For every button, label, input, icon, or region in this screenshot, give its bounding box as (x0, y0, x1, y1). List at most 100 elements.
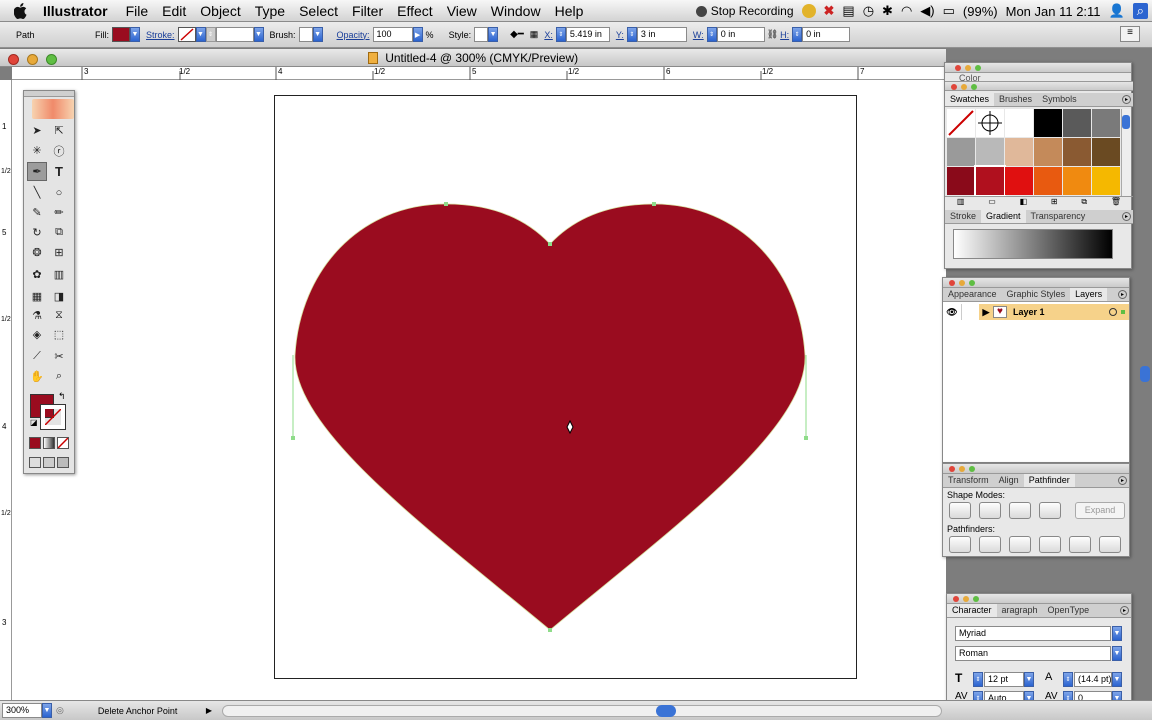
color-swatch[interactable] (976, 138, 1004, 166)
fill-swatch[interactable] (112, 27, 130, 42)
gradient-mode-button[interactable] (43, 437, 55, 449)
stroke-label[interactable]: Stroke: (146, 30, 175, 40)
stroke-dropdown[interactable]: ▼ (195, 27, 206, 42)
time-machine-icon[interactable]: ◷ (863, 3, 874, 19)
minus-back-button[interactable] (1099, 536, 1121, 553)
leading-dropdown[interactable]: ▼ (1112, 672, 1122, 687)
stroke-color-box[interactable] (40, 404, 66, 430)
panel-menu-icon[interactable]: ▸ (1122, 95, 1131, 104)
gradient-tool-icon[interactable]: ◨ (49, 287, 69, 306)
w-label[interactable]: W: (693, 30, 704, 40)
lock-toggle-box[interactable] (961, 304, 979, 320)
brush-field[interactable] (298, 27, 313, 42)
font-size-dropdown[interactable]: ▼ (1024, 672, 1034, 687)
stroke-swatch[interactable] (177, 27, 196, 42)
w-stepper[interactable]: ⇕ (706, 27, 717, 42)
anchor-convert-icon[interactable]: ◆━ (510, 29, 524, 40)
color-swatch[interactable] (974, 165, 1006, 197)
color-swatch[interactable] (1034, 109, 1062, 137)
screen-mode-full-menu-icon[interactable] (43, 457, 55, 468)
style-dropdown[interactable]: ▼ (488, 27, 499, 42)
battery-icon[interactable]: ▭ (943, 3, 955, 19)
color-mode-button[interactable] (29, 437, 41, 449)
magic-wand-tool-icon[interactable]: ✳ (27, 141, 47, 160)
swap-colors-icon[interactable]: ↰ (58, 391, 66, 402)
slice-tool-icon[interactable]: ⟋ (27, 347, 47, 366)
menu-filter[interactable]: Filter (345, 3, 390, 19)
panel-menu-icon[interactable]: ▸ (1118, 290, 1127, 299)
zoom-field[interactable]: 300% (2, 703, 42, 718)
sun-icon[interactable] (801, 4, 816, 18)
menu-object[interactable]: Object (193, 3, 247, 19)
rotate-tool-icon[interactable]: ↻ (27, 223, 47, 242)
close-panel-icon[interactable] (955, 65, 961, 71)
zoom-window-icon[interactable] (46, 54, 57, 65)
symbol-sprayer-tool-icon[interactable]: ✿ (27, 265, 47, 284)
close-panel-icon[interactable] (953, 596, 959, 602)
zoom-panel-icon[interactable] (971, 84, 977, 90)
close-panel-icon[interactable] (949, 280, 955, 286)
minimize-panel-icon[interactable] (959, 466, 965, 472)
blend-tool-icon[interactable]: ⧖ (49, 306, 69, 325)
panel-menu-icon[interactable]: ▸ (1122, 212, 1131, 221)
target-circle-icon[interactable] (1109, 308, 1117, 316)
color-swatch[interactable] (947, 109, 975, 137)
spotlight-icon[interactable]: ⌕ (1132, 3, 1148, 19)
illustrator-logo-icon[interactable] (32, 99, 74, 119)
tab-character[interactable]: Character (947, 604, 997, 617)
tab-swatches[interactable]: Swatches (945, 93, 995, 106)
stroke-weight-stepper[interactable]: ⇕ (205, 27, 216, 42)
fill-dropdown[interactable]: ▼ (130, 27, 140, 42)
zoom-panel-icon[interactable] (973, 596, 979, 602)
menu-app-name[interactable]: Illustrator (36, 3, 115, 19)
color-swatch[interactable] (947, 138, 975, 166)
expand-triangle-icon[interactable]: ▶ (979, 307, 993, 318)
merge-button[interactable] (1009, 536, 1031, 553)
opacity-dropdown[interactable]: ▶ (412, 27, 423, 42)
menu-effect[interactable]: Effect (390, 3, 440, 19)
tab-symbols[interactable]: Symbols (1037, 93, 1082, 106)
style-swatch[interactable] (474, 27, 489, 42)
menu-select[interactable]: Select (292, 3, 345, 19)
no-entry-icon[interactable]: ✖ (824, 3, 835, 19)
font-family-field[interactable]: Myriad (955, 626, 1111, 641)
x-field[interactable]: 5.419 in (565, 27, 610, 42)
horizontal-scroll-thumb[interactable] (656, 705, 676, 717)
layers-panel-title[interactable] (943, 278, 1129, 288)
divide-button[interactable] (949, 536, 971, 553)
tools-panel-grip[interactable] (24, 91, 74, 97)
free-transform-tool-icon[interactable]: ⊞ (49, 243, 69, 262)
color-swatch[interactable] (947, 167, 975, 195)
volume-icon[interactable]: ◀) (920, 3, 934, 19)
user-icon[interactable]: 👤 (1109, 3, 1125, 19)
horizontal-scrollbar[interactable] (222, 705, 942, 717)
delete-swatch-icon[interactable]: 🗑 (1111, 197, 1121, 208)
pathfinder-panel-title[interactable] (943, 464, 1129, 474)
trim-button[interactable] (979, 536, 1001, 553)
color-swatch[interactable] (1063, 109, 1091, 137)
eyedropper-tool-icon[interactable]: ⚗ (27, 306, 47, 325)
bluetooth-icon[interactable]: ✱ (882, 3, 893, 19)
align-icon[interactable]: ▦ (530, 29, 539, 40)
h-label[interactable]: H: (780, 30, 789, 40)
w-field[interactable]: 0 in (716, 27, 765, 42)
paintbrush-tool-icon[interactable]: ✎ (27, 203, 47, 222)
y-stepper[interactable]: ⇕ (626, 27, 637, 42)
swatch-library-icon[interactable]: ▥ (957, 197, 965, 208)
h-stepper[interactable]: ⇕ (792, 27, 803, 42)
tab-transform[interactable]: Transform (943, 474, 994, 487)
tab-align[interactable]: Align (994, 474, 1024, 487)
zoom-panel-icon[interactable] (969, 280, 975, 286)
line-tool-icon[interactable]: ╲ (27, 183, 47, 202)
tab-opentype[interactable]: OpenType (1043, 604, 1095, 617)
new-color-group-icon[interactable]: ⊞ (1051, 197, 1058, 208)
menu-view[interactable]: View (440, 3, 484, 19)
menu-edit[interactable]: Edit (155, 3, 193, 19)
tab-stroke[interactable]: Stroke (945, 210, 981, 223)
selection-indicator[interactable] (1121, 310, 1125, 314)
color-swatch[interactable] (1034, 167, 1062, 195)
menu-type[interactable]: Type (248, 3, 292, 19)
minimize-panel-icon[interactable] (961, 84, 967, 90)
hand-tool-icon[interactable]: ✋ (27, 367, 47, 386)
color-swatch[interactable] (1063, 167, 1091, 195)
